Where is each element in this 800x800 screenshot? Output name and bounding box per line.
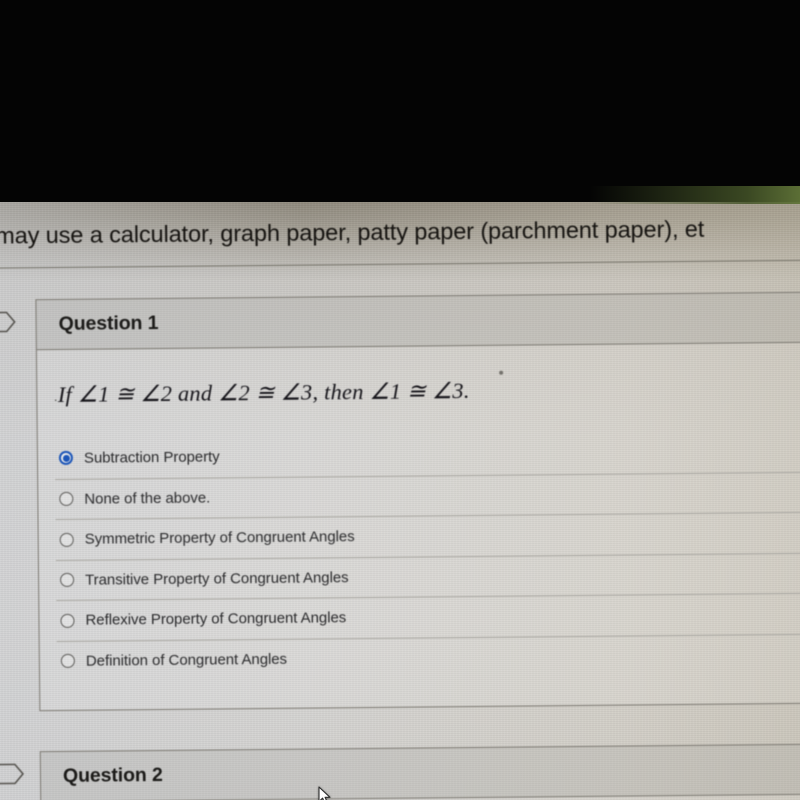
option-label-1: None of the above.	[84, 489, 211, 508]
mouse-pointer-icon	[318, 786, 332, 800]
question-1-header: Question 1	[36, 292, 800, 351]
question-card-2: Question 2	[39, 743, 800, 800]
page-divider	[0, 259, 800, 269]
flag-tag-icon[interactable]	[0, 763, 25, 785]
option-label-2: Symmetric Property of Congruent Angles	[84, 528, 355, 548]
question-1-title: Question 1	[58, 312, 159, 335]
option-label-3: Transitive Property of Congruent Angles	[85, 568, 349, 589]
radio-button-4[interactable]	[60, 613, 75, 628]
question-1-statement-text: If ∠1 ≅ ∠2 and ∠2 ≅ ∠3, then ∠1 ≅ ∠3.	[57, 378, 470, 407]
instruction-text: u may use a calculator, graph paper, pat…	[0, 215, 705, 249]
camera-black-band	[0, 0, 800, 202]
radio-button-2[interactable]	[59, 532, 74, 547]
question-card-1: Question 1 .If ∠1 ≅ ∠2 and ∠2 ≅ ∠3, then…	[35, 291, 800, 712]
option-row-2[interactable]: Symmetric Property of Congruent Angles	[55, 511, 800, 560]
question-1-statement: .If ∠1 ≅ ∠2 and ∠2 ≅ ∠3, then ∠1 ≅ ∠3.	[54, 378, 470, 408]
stray-artifact-dot	[499, 370, 504, 375]
question-1-options: Subtraction Property None of the above. …	[55, 431, 800, 682]
radio-button-5[interactable]	[60, 654, 75, 669]
radio-button-3[interactable]	[60, 573, 75, 588]
screenshot-photo: u may use a calculator, graph paper, pat…	[0, 0, 800, 800]
radio-button-0[interactable]	[58, 451, 73, 466]
option-label-0: Subtraction Property	[83, 448, 220, 467]
option-row-5[interactable]: Definition of Congruent Angles	[56, 633, 800, 682]
question-2-title: Question 2	[62, 763, 163, 787]
question-2-header: Question 2	[40, 744, 800, 800]
option-row-1[interactable]: None of the above.	[55, 471, 800, 520]
screen-edge-glow	[590, 186, 800, 204]
option-label-5: Definition of Congruent Angles	[85, 650, 288, 670]
monitor-screen: u may use a calculator, graph paper, pat…	[0, 196, 800, 800]
flag-tag-icon[interactable]	[0, 311, 17, 333]
option-row-4[interactable]: Reflexive Property of Congruent Angles	[56, 592, 800, 641]
option-row-3[interactable]: Transitive Property of Congruent Angles	[55, 552, 800, 601]
option-row-0[interactable]: Subtraction Property	[55, 431, 800, 479]
radio-button-1[interactable]	[59, 492, 74, 507]
option-label-4: Reflexive Property of Congruent Angles	[85, 609, 347, 629]
quiz-page: u may use a calculator, graph paper, pat…	[0, 196, 800, 800]
